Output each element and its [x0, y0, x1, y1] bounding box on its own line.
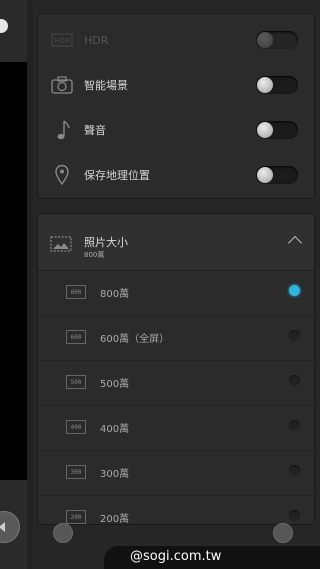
- photo-size-icon: [50, 236, 72, 256]
- scene-toggle[interactable]: [256, 76, 298, 94]
- scene-row: 智能場景: [38, 63, 314, 107]
- hdr-icon: HDR: [50, 28, 74, 52]
- reset-icon[interactable]: [53, 523, 73, 543]
- size-badge-icon: 800: [66, 285, 86, 299]
- svg-text:HDR: HDR: [54, 37, 70, 45]
- chevron-up-icon[interactable]: [287, 235, 303, 251]
- radio-unselected[interactable]: [289, 420, 300, 431]
- settings-panel: HDR HDR 智能場景 聲音 保存地理位置 照片大小 800萬 800 800…: [33, 0, 320, 569]
- radio-selected[interactable]: [289, 285, 300, 296]
- switch-camera-icon[interactable]: [273, 523, 293, 543]
- toggle-settings-card: HDR HDR 智能場景 聲音 保存地理位置: [38, 14, 314, 198]
- size-option-label: 600萬（全屏）: [100, 334, 170, 345]
- arrow-left-icon: [0, 522, 5, 532]
- size-option-200[interactable]: 200 200萬: [38, 495, 314, 524]
- location-label: 保存地理位置: [84, 169, 150, 182]
- photo-size-current: 800萬: [84, 251, 105, 259]
- radio-unselected[interactable]: [289, 375, 300, 386]
- size-badge-icon: 500: [66, 375, 86, 389]
- watermark: @sogi.com.tw: [104, 546, 320, 569]
- viewfinder: [0, 62, 27, 480]
- size-option-400[interactable]: 400 400萬: [38, 405, 314, 451]
- size-option-label: 800萬: [100, 289, 130, 300]
- camera-preview-strip: [0, 0, 27, 569]
- watermark-text: @sogi.com.tw: [130, 549, 222, 564]
- size-option-600[interactable]: 600 600萬（全屏）: [38, 315, 314, 361]
- size-badge-icon: 400: [66, 420, 86, 434]
- hdr-label: HDR: [84, 33, 109, 47]
- location-toggle[interactable]: [256, 166, 298, 184]
- size-badge-icon: 300: [66, 465, 86, 479]
- scene-label: 智能場景: [84, 79, 128, 92]
- size-option-500[interactable]: 500 500萬: [38, 360, 314, 406]
- photo-size-header[interactable]: 照片大小 800萬: [38, 214, 314, 271]
- location-pin-icon: [50, 163, 74, 187]
- collapse-panel-button[interactable]: [0, 511, 20, 543]
- size-option-label: 200萬: [100, 514, 130, 524]
- music-note-icon: [50, 118, 74, 142]
- size-option-800[interactable]: 800 800萬: [38, 270, 314, 316]
- sound-toggle[interactable]: [256, 121, 298, 139]
- sound-label: 聲音: [84, 124, 106, 137]
- sound-row: 聲音: [38, 108, 314, 152]
- radio-unselected[interactable]: [289, 465, 300, 476]
- size-badge-icon: 200: [66, 510, 86, 524]
- photo-size-title: 照片大小: [84, 236, 128, 249]
- camera-scene-icon: [50, 73, 74, 97]
- location-row: 保存地理位置: [38, 153, 314, 197]
- radio-unselected[interactable]: [289, 330, 300, 341]
- size-badge-icon: 600: [66, 330, 86, 344]
- hdr-row: HDR HDR: [38, 18, 314, 62]
- photo-size-card: 照片大小 800萬 800 800萬 600 600萬（全屏） 500 500萬…: [38, 214, 314, 524]
- size-option-300[interactable]: 300 300萬: [38, 450, 314, 496]
- size-option-label: 500萬: [100, 379, 130, 390]
- size-option-label: 400萬: [100, 424, 130, 435]
- size-option-label: 300萬: [100, 469, 130, 480]
- settings-gear-icon[interactable]: [0, 19, 8, 33]
- radio-unselected[interactable]: [289, 510, 300, 521]
- hdr-toggle[interactable]: [256, 31, 298, 49]
